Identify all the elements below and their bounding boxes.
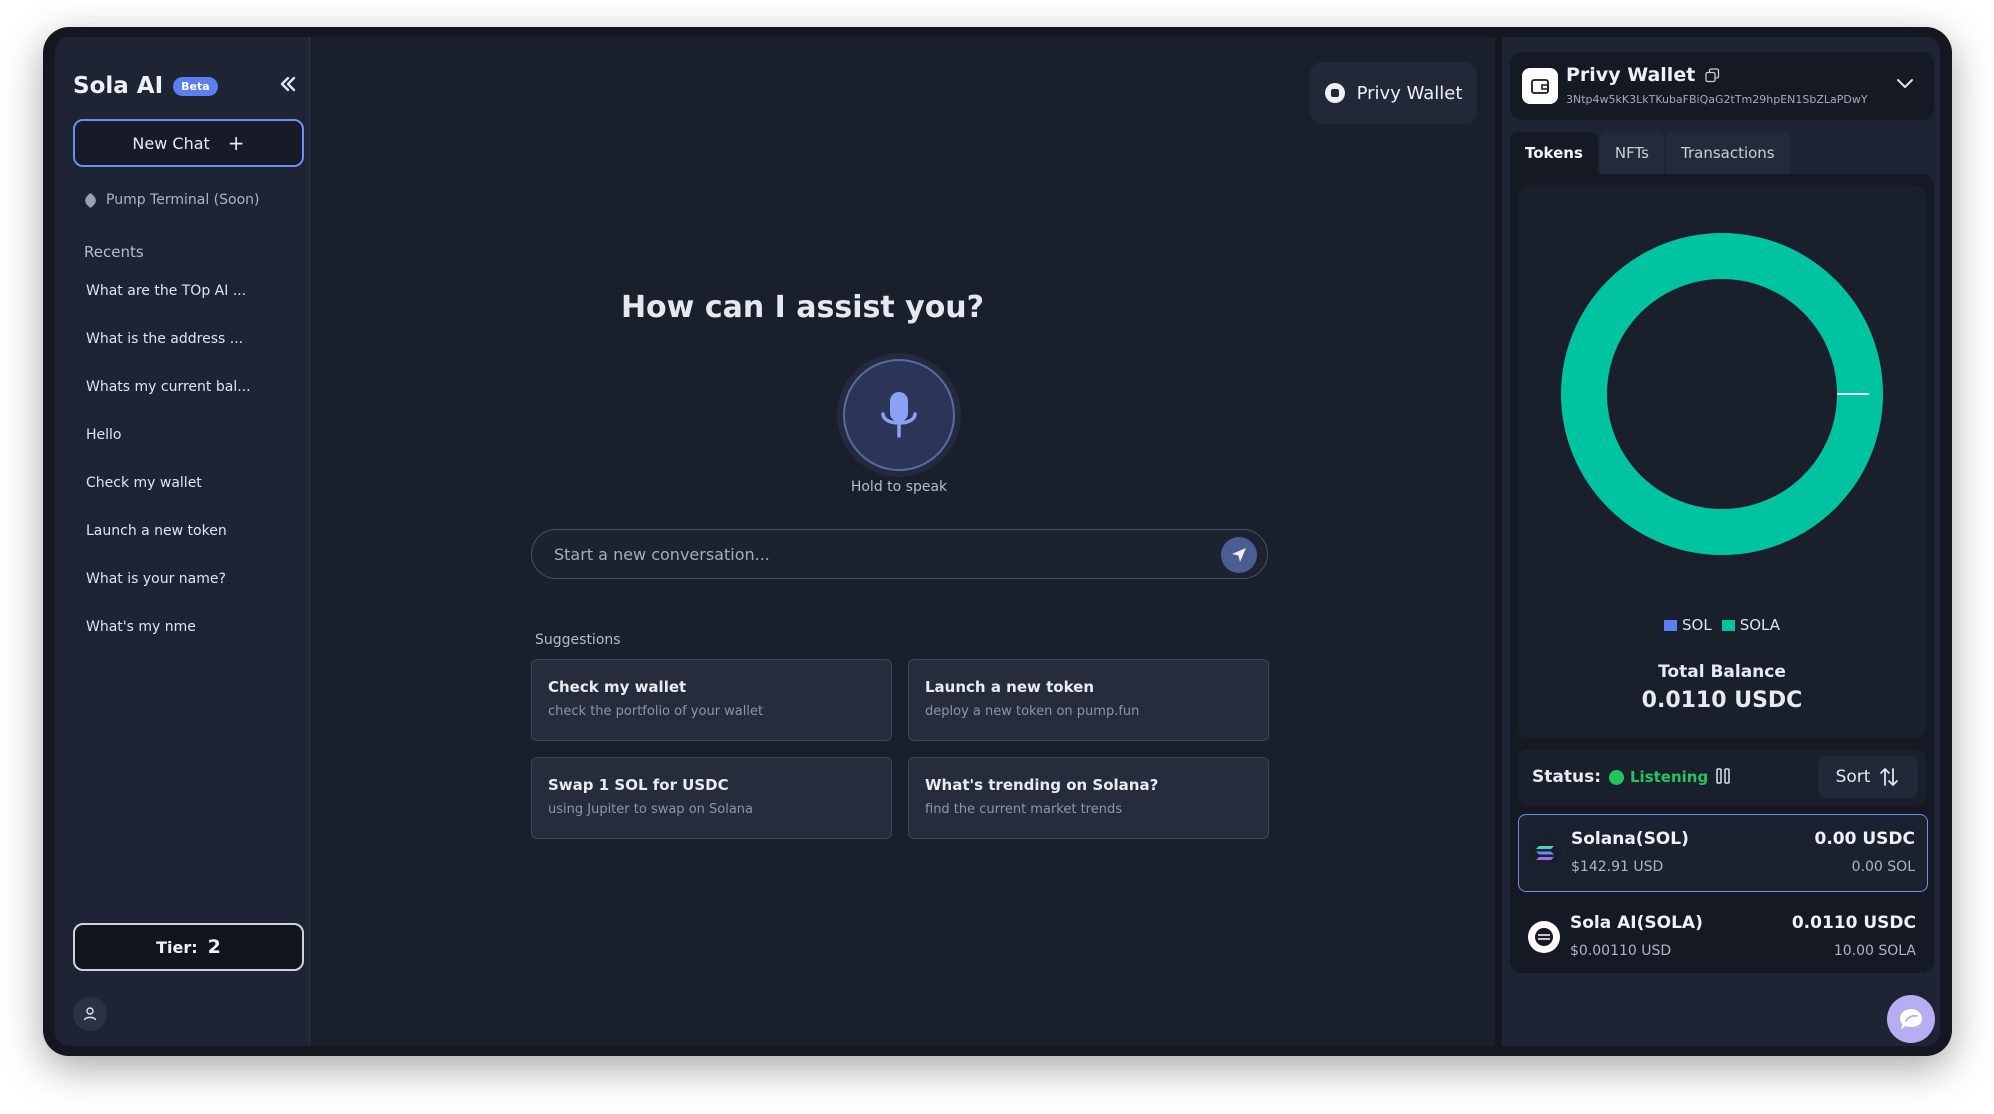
tag-icon — [82, 192, 99, 208]
suggestions-title: Suggestions — [535, 632, 621, 648]
brand-name: Sola AI — [73, 73, 164, 99]
recents-list: What are the TOp AI ... What is the addr… — [86, 283, 251, 667]
sort-button[interactable]: Sort — [1818, 756, 1918, 798]
suggestion-title: What's trending on Solana? — [925, 776, 1159, 794]
suggestion-desc: find the current market trends — [925, 802, 1122, 817]
token-row-sol[interactable]: Solana(SOL) $142.91 USD 0.00 USDC 0.00 S… — [1518, 814, 1928, 892]
recents-title: Recents — [84, 243, 144, 261]
wallet-panel: Privy Wallet 3Ntp4w5kK3LkTKubaFBiQaG2tTm… — [1502, 37, 1940, 1046]
tab-tokens[interactable]: Tokens — [1510, 132, 1598, 174]
portfolio-donut-chart — [1561, 233, 1883, 555]
chevrons-left-icon — [280, 76, 296, 92]
wallet-title: Privy Wallet — [1566, 64, 1720, 86]
tab-transactions[interactable]: Transactions — [1666, 132, 1790, 174]
tab-nfts[interactable]: NFTs — [1599, 132, 1664, 174]
user-avatar-button[interactable] — [73, 997, 107, 1031]
tier-badge[interactable]: Tier: 2 — [73, 923, 304, 971]
recent-chat-item[interactable]: What's my nme — [86, 619, 251, 667]
donut-slice-sola — [1561, 233, 1883, 555]
solana-icon — [1529, 837, 1561, 869]
chevron-down-icon[interactable] — [1894, 72, 1916, 94]
send-icon — [1232, 548, 1246, 562]
chat-assistant-button[interactable] — [1887, 995, 1935, 1043]
wallet-address: 3Ntp4w5kK3LkTKubaFBiQaG2tTm29hpEN1SbZLaP… — [1566, 93, 1868, 106]
token-amount: 10.00 SOLA — [1833, 943, 1916, 959]
tier-value: 2 — [207, 936, 221, 958]
chart-legend: SOL SOLA — [1518, 616, 1926, 634]
recent-chat-item[interactable]: Launch a new token — [86, 523, 251, 571]
total-balance-label: Total Balance — [1658, 662, 1786, 682]
suggestion-title: Check my wallet — [548, 678, 687, 696]
wallet-header[interactable]: Privy Wallet 3Ntp4w5kK3LkTKubaFBiQaG2tTm… — [1510, 52, 1934, 120]
send-button[interactable] — [1221, 537, 1257, 573]
status-bar: Status: Listening Sort — [1518, 749, 1926, 805]
tier-label: Tier: — [156, 937, 198, 957]
privy-wallet-label: Privy Wallet — [1356, 82, 1463, 104]
suggestion-card[interactable]: What's trending on Solana? find the curr… — [908, 757, 1269, 839]
hold-to-speak-label: Hold to speak — [850, 479, 948, 495]
microphone-icon — [881, 392, 917, 438]
pump-terminal-link[interactable]: Pump Terminal (Soon) — [82, 192, 260, 208]
plus-icon: + — [227, 131, 245, 155]
user-icon — [83, 1007, 97, 1021]
token-price: $142.91 USD — [1571, 859, 1664, 875]
new-chat-button[interactable]: New Chat + — [73, 119, 304, 167]
brand: Sola AI Beta — [73, 73, 218, 99]
main-chat-area: Privy Wallet How can I assist you? Hold … — [310, 37, 1495, 1046]
app-window: Sola AI Beta New Chat + Pump Terminal (S… — [43, 27, 1952, 1056]
pump-terminal-label: Pump Terminal (Soon) — [106, 192, 260, 208]
token-price: $0.00110 USD — [1570, 943, 1672, 959]
token-value: 0.0110 USDC — [1791, 913, 1916, 933]
sort-icon — [1880, 768, 1899, 786]
recent-chat-item[interactable]: What is your name? — [86, 571, 251, 619]
sola-ai-icon — [1528, 921, 1560, 953]
suggestion-desc: using Jupiter to swap on Solana — [548, 802, 754, 817]
chat-input-container — [531, 529, 1268, 579]
page-title: How can I assist you? — [620, 290, 985, 325]
status-indicator: Status: Listening — [1532, 767, 1708, 787]
token-name: Sola AI(SOLA) — [1570, 913, 1703, 933]
wallet-title-text: Privy Wallet — [1566, 64, 1696, 86]
new-chat-label: New Chat — [132, 133, 210, 153]
token-name: Solana(SOL) — [1571, 829, 1689, 849]
token-row-sola[interactable]: Sola AI(SOLA) $0.00110 USD 0.0110 USDC 1… — [1518, 899, 1928, 977]
status-value: Listening — [1609, 768, 1708, 786]
token-amount: 0.00 SOL — [1851, 859, 1915, 875]
recent-chat-item[interactable]: What is the address ... — [86, 331, 251, 379]
wallet-icon — [1522, 68, 1558, 104]
recent-chat-item[interactable]: Hello — [86, 427, 251, 475]
sort-label: Sort — [1835, 767, 1871, 787]
pause-button[interactable] — [1708, 761, 1738, 791]
suggestion-card[interactable]: Check my wallet check the portfolio of y… — [531, 659, 892, 741]
chat-input[interactable] — [554, 530, 1194, 578]
sidebar: Sola AI Beta New Chat + Pump Terminal (S… — [55, 37, 310, 1046]
token-value: 0.00 USDC — [1814, 829, 1916, 849]
total-balance-value: 0.0110 USDC — [1641, 688, 1803, 713]
suggestion-desc: deploy a new token on pump.fun — [925, 704, 1140, 719]
legend-item-sola: SOLA — [1721, 616, 1780, 634]
recent-chat-item[interactable]: Whats my current bal... — [86, 379, 251, 427]
chat-bubble-icon — [1900, 1009, 1922, 1029]
tokens-panel: SOL SOLA Total Balance 0.0110 USDC Statu… — [1510, 174, 1934, 973]
suggestion-title: Launch a new token — [925, 678, 1095, 696]
suggestion-card[interactable]: Launch a new token deploy a new token on… — [908, 659, 1269, 741]
suggestion-desc: check the portfolio of your wallet — [548, 704, 764, 719]
wallet-icon — [1324, 83, 1345, 103]
pause-icon — [1716, 768, 1730, 784]
listening-dot-icon — [1609, 769, 1624, 785]
status-label: Status: — [1532, 767, 1601, 787]
legend-item-sol: SOL — [1664, 616, 1712, 634]
collapse-sidebar-button[interactable] — [277, 73, 299, 101]
recent-chat-item[interactable]: What are the TOp AI ... — [86, 283, 251, 331]
suggestion-card[interactable]: Swap 1 SOL for USDC using Jupiter to swa… — [531, 757, 892, 839]
copy-icon[interactable] — [1705, 67, 1720, 83]
privy-wallet-button[interactable]: Privy Wallet — [1310, 62, 1477, 124]
suggestion-title: Swap 1 SOL for USDC — [548, 776, 729, 794]
hold-to-speak-button[interactable] — [843, 359, 955, 471]
recent-chat-item[interactable]: Check my wallet — [86, 475, 251, 523]
wallet-tabs: Tokens NFTs Transactions — [1510, 132, 1790, 174]
portfolio-chart-card: SOL SOLA Total Balance 0.0110 USDC — [1518, 186, 1926, 738]
beta-badge: Beta — [173, 76, 218, 96]
